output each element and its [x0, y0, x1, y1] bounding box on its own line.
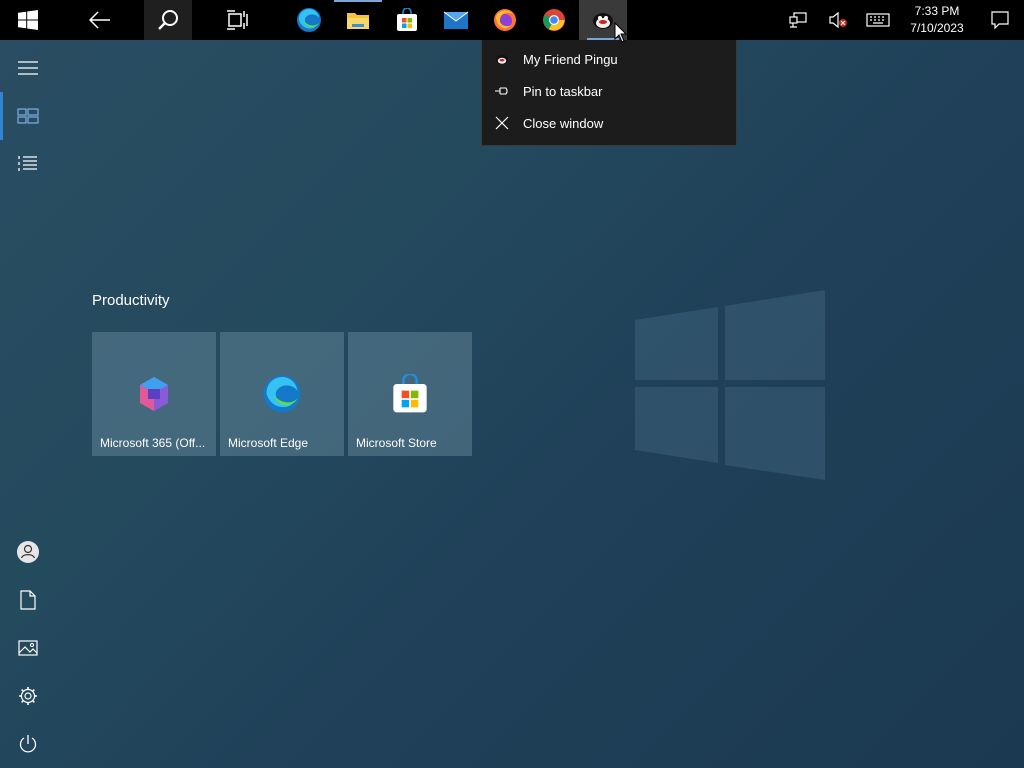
- pingu-icon: [494, 51, 510, 67]
- jumplist-item-app[interactable]: My Friend Pingu: [482, 43, 736, 75]
- clock[interactable]: 7:33 PM 7/10/2023: [898, 0, 976, 40]
- clock-date: 7/10/2023: [910, 21, 964, 35]
- start-button[interactable]: [0, 0, 56, 40]
- chrome-taskbar-button[interactable]: [530, 0, 578, 40]
- tile-microsoft-edge[interactable]: Microsoft Edge: [220, 332, 344, 456]
- back-button[interactable]: [56, 0, 144, 40]
- tile-microsoft-365[interactable]: Microsoft 365 (Off...: [92, 332, 216, 456]
- all-apps-button[interactable]: [0, 140, 56, 188]
- clock-time: 7:33 PM: [914, 4, 960, 18]
- jumplist-item-pin[interactable]: Pin to taskbar: [482, 75, 736, 107]
- microsoft-365-icon: [140, 377, 168, 411]
- power-button[interactable]: [0, 720, 56, 768]
- pingu-icon: [593, 13, 613, 29]
- action-center-button[interactable]: [976, 0, 1024, 40]
- firefox-taskbar-button[interactable]: [481, 0, 529, 40]
- pin-icon: [494, 83, 510, 99]
- pinned-tiles-button[interactable]: [0, 92, 56, 140]
- jumplist-item-close[interactable]: Close window: [482, 107, 736, 139]
- tile-label: Microsoft Edge: [228, 436, 309, 450]
- settings-gear-icon: [19, 687, 37, 705]
- user-account-button[interactable]: [0, 528, 56, 576]
- mail-taskbar-button[interactable]: [432, 0, 480, 40]
- mail-icon: [443, 11, 469, 29]
- expand-menu-button[interactable]: [0, 44, 56, 92]
- jumplist-item-label: Pin to taskbar: [523, 83, 603, 99]
- tiles-icon: [17, 108, 39, 124]
- settings-button[interactable]: [0, 672, 56, 720]
- store-icon: [397, 8, 417, 31]
- edge-taskbar-button[interactable]: [285, 0, 333, 40]
- keyboard-icon: [866, 13, 890, 27]
- power-icon: [19, 735, 37, 753]
- hamburger-icon: [18, 61, 38, 75]
- tile-label: Microsoft 365 (Off...: [100, 436, 206, 450]
- notification-icon: [991, 11, 1009, 29]
- search-icon: [158, 10, 178, 30]
- task-view-button[interactable]: [214, 0, 262, 40]
- close-icon: [494, 115, 510, 131]
- mouse-cursor-icon: [614, 22, 628, 43]
- edge-icon: [263, 375, 301, 413]
- pictures-icon: [18, 640, 38, 656]
- search-button[interactable]: [144, 0, 192, 40]
- chrome-icon: [543, 9, 565, 31]
- windows-wallpaper-logo: [635, 290, 825, 480]
- network-icon: [789, 12, 807, 28]
- taskbar: 7:33 PM 7/10/2023: [0, 0, 1024, 40]
- user-icon: [17, 541, 39, 563]
- firefox-icon: [494, 9, 516, 31]
- document-icon: [20, 590, 36, 610]
- tile-microsoft-store[interactable]: Microsoft Store: [348, 332, 472, 456]
- jumplist-item-label: My Friend Pingu: [523, 51, 618, 67]
- start-left-rail: [0, 40, 56, 768]
- network-button[interactable]: [778, 0, 818, 40]
- volume-muted-icon: [829, 12, 847, 28]
- documents-button[interactable]: [0, 576, 56, 624]
- volume-button[interactable]: [818, 0, 858, 40]
- edge-icon: [297, 8, 321, 32]
- store-taskbar-button[interactable]: [383, 0, 431, 40]
- windows-logo-icon: [18, 10, 38, 30]
- tile-label: Microsoft Store: [356, 436, 437, 450]
- tile-group-title[interactable]: Productivity: [92, 292, 170, 309]
- task-view-icon: [227, 10, 248, 30]
- pictures-button[interactable]: [0, 624, 56, 672]
- all-apps-list-icon: [18, 156, 37, 171]
- file-explorer-taskbar-button[interactable]: [334, 0, 382, 40]
- folder-icon: [347, 13, 369, 29]
- system-tray: 7:33 PM 7/10/2023: [778, 0, 1024, 40]
- store-icon: [393, 374, 427, 413]
- back-arrow-icon: [89, 11, 110, 29]
- pingu-jump-list: My Friend Pingu Pin to taskbar Close win…: [481, 40, 737, 146]
- touch-keyboard-button[interactable]: [858, 0, 898, 40]
- jumplist-item-label: Close window: [523, 115, 604, 131]
